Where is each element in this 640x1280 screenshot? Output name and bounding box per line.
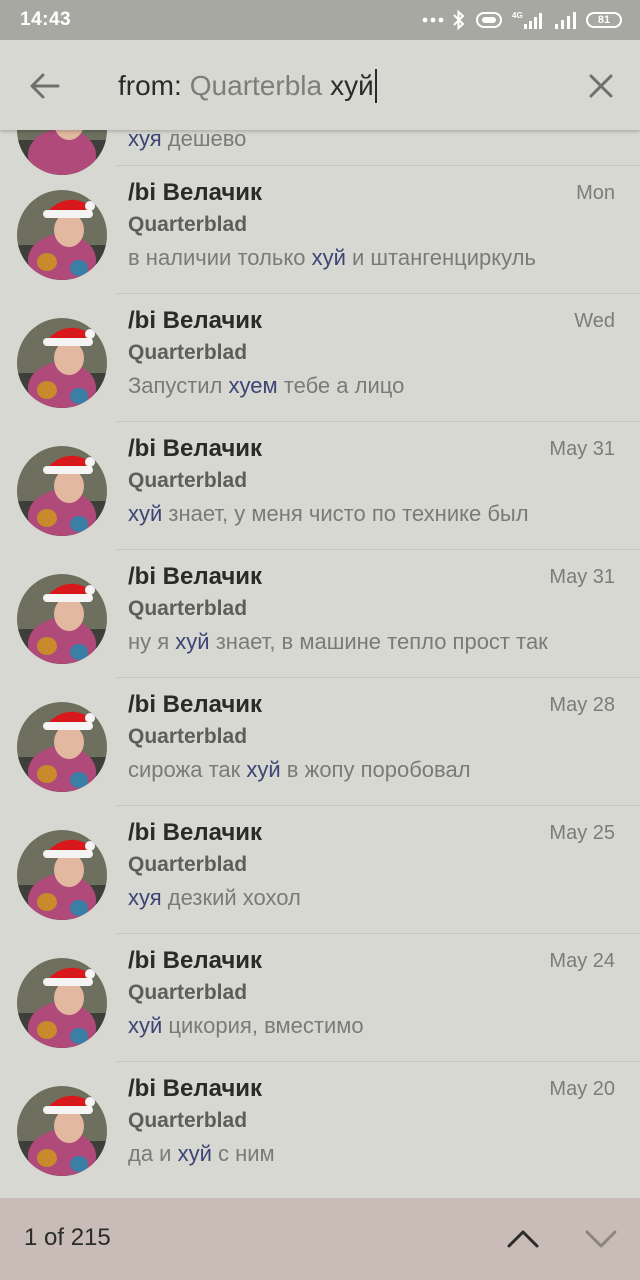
search-highlight: хуем: [228, 373, 278, 398]
chat-name: /bi Велачик: [128, 179, 263, 206]
search-highlight: хуй: [177, 1141, 212, 1166]
bluetooth-icon: [452, 10, 466, 30]
list-item[interactable]: /bi Велачик Wed Quarterblad Запустил хуем т…: [0, 293, 640, 421]
search-header: from: Quarterbla хуй: [0, 40, 640, 130]
message-date: May 31: [549, 438, 615, 460]
avatar: [17, 318, 107, 408]
message-preview: хуй цикория, вместимо: [128, 1013, 364, 1038]
list-item[interactable]: /bi Велачик May 25 Quarterblad хуя дезкий х…: [0, 805, 640, 933]
search-navigation-bar: 1 of 215: [0, 1198, 640, 1280]
battery-level: 81: [597, 14, 611, 26]
sender-name: Quarterblad: [128, 1109, 248, 1132]
chat-name: /bi Велачик: [128, 691, 263, 718]
sender-name: Quarterblad: [128, 469, 248, 492]
divider: [116, 677, 640, 678]
status-bar: 14:43 4G 81: [0, 0, 640, 40]
search-highlight: хуй: [128, 1013, 163, 1038]
avatar: [17, 958, 107, 1048]
divider: [116, 1061, 640, 1062]
sender-name: Quarterblad: [128, 981, 248, 1004]
signal-icon: [554, 10, 578, 30]
sender-name: Quarterblad: [128, 341, 248, 364]
divider: [116, 933, 640, 934]
message-preview: Запустил хуем тебе а лицо: [128, 373, 405, 398]
status-icons: 4G 81: [422, 10, 622, 30]
list-item[interactable]: /bi Велачик May 28 Quarterblad сирожа так х…: [0, 677, 640, 805]
search-highlight: хуй: [311, 245, 346, 270]
result-counter: 1 of 215: [24, 1224, 111, 1251]
search-from-label: from:: [118, 70, 182, 101]
message-date: May 28: [549, 694, 615, 716]
list-item[interactable]: /bi Велачик May 31 Quarterblad ну я хуй зна…: [0, 549, 640, 677]
list-item[interactable]: /bi Велачик May 24 Quarterblad хуй цикория,…: [0, 933, 640, 1061]
close-icon[interactable]: [586, 71, 616, 101]
divider: [116, 421, 640, 422]
sender-name: Quarterblad: [128, 597, 248, 620]
search-user-filter[interactable]: Quarterbla: [190, 68, 322, 104]
avatar: [17, 446, 107, 536]
dots-icon: [422, 16, 444, 24]
list-item[interactable]: /bi Велачик May 20 Quarterblad да и хуй с н…: [0, 1061, 640, 1189]
text-cursor: [374, 69, 377, 103]
divider: [116, 549, 640, 550]
message-date: Mon: [576, 182, 615, 204]
chat-name: /bi Велачик: [128, 947, 263, 974]
search-highlight: хуй: [175, 629, 210, 654]
search-query-text[interactable]: хуй: [330, 68, 374, 104]
search-highlight: хуя: [128, 885, 162, 910]
list-item[interactable]: /bi Велачик Mon Quarterblad в наличии тольк…: [0, 165, 640, 293]
divider: [116, 165, 640, 166]
search-highlight: хуй: [246, 757, 281, 782]
search-highlight: хуй: [128, 501, 163, 526]
avatar: [17, 190, 107, 280]
message-preview: хуя дезкий хохол: [128, 885, 301, 910]
message-preview: да и хуй с ним: [128, 1141, 275, 1166]
back-arrow-icon[interactable]: [28, 69, 62, 103]
chat-name: /bi Велачик: [128, 1075, 263, 1102]
message-preview: в наличии только хуй и штангенциркуль: [128, 245, 536, 270]
avatar: [17, 702, 107, 792]
chat-name: /bi Велачик: [128, 563, 263, 590]
divider: [116, 293, 640, 294]
message-preview: сирожа так хуй в жопу поробовал: [128, 757, 471, 782]
chat-name: /bi Велачик: [128, 819, 263, 846]
list-item[interactable]: /bi Велачик May 31 Quarterblad хуй знает, у…: [0, 421, 640, 549]
sender-name: Quarterblad: [128, 213, 248, 236]
network-label: 4G: [512, 11, 523, 20]
avatar: [17, 830, 107, 920]
avatar: [17, 1086, 107, 1176]
vibrate-icon: [474, 11, 504, 29]
message-preview: хуй знает, у меня чисто по технике был: [128, 501, 529, 526]
message-date: Wed: [574, 310, 615, 332]
message-date: May 20: [549, 1078, 615, 1100]
avatar: [17, 574, 107, 664]
message-preview: ну я хуй знает, в машине тепло прост так: [128, 629, 548, 654]
divider: [116, 805, 640, 806]
message-date: May 25: [549, 822, 615, 844]
sender-name: Quarterblad: [128, 725, 248, 748]
chevron-down-icon[interactable]: [582, 1224, 620, 1254]
message-date: May 24: [549, 950, 615, 972]
chevron-up-icon[interactable]: [504, 1224, 542, 1254]
battery-icon: 81: [586, 12, 622, 28]
chat-name: /bi Велачик: [128, 435, 263, 462]
chat-name: /bi Велачик: [128, 307, 263, 334]
sender-name: Quarterblad: [128, 853, 248, 876]
search-input[interactable]: from: Quarterbla хуй: [118, 68, 377, 104]
status-time: 14:43: [20, 9, 72, 30]
message-date: May 31: [549, 566, 615, 588]
signal-4g-icon: 4G: [512, 10, 546, 30]
